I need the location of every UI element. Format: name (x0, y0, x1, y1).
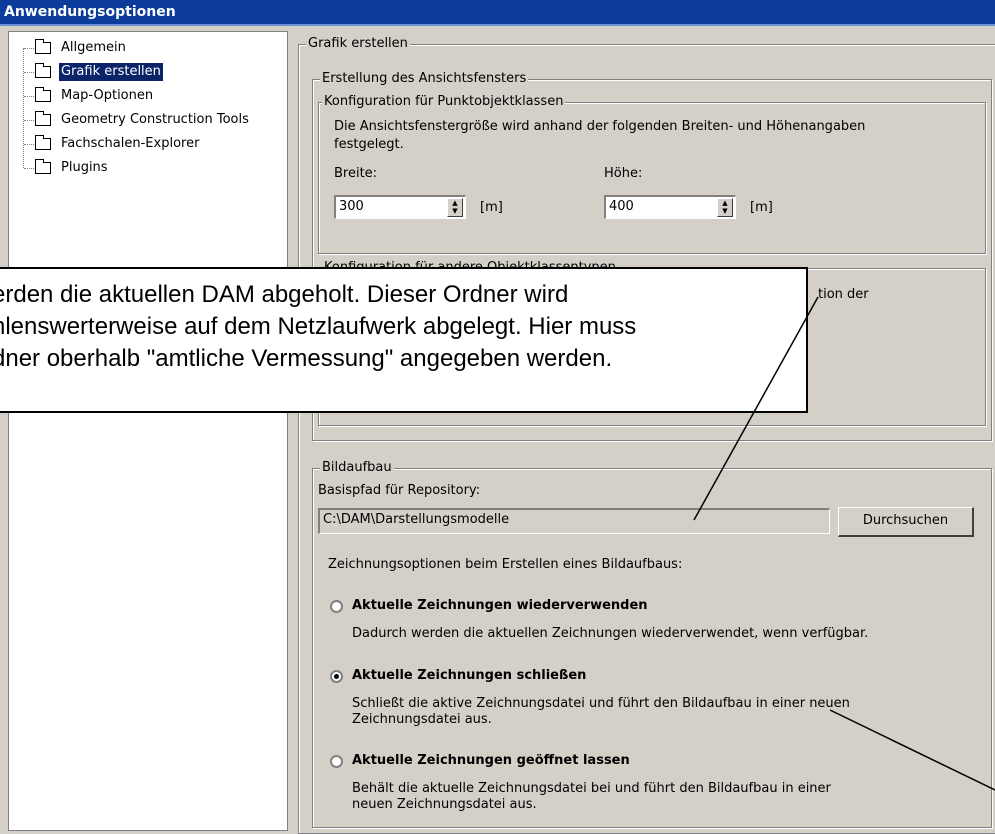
leader-line-bildaufbau (829, 709, 995, 791)
annotation-leader-lines (693, 296, 995, 791)
leader-line-repository (693, 296, 819, 521)
